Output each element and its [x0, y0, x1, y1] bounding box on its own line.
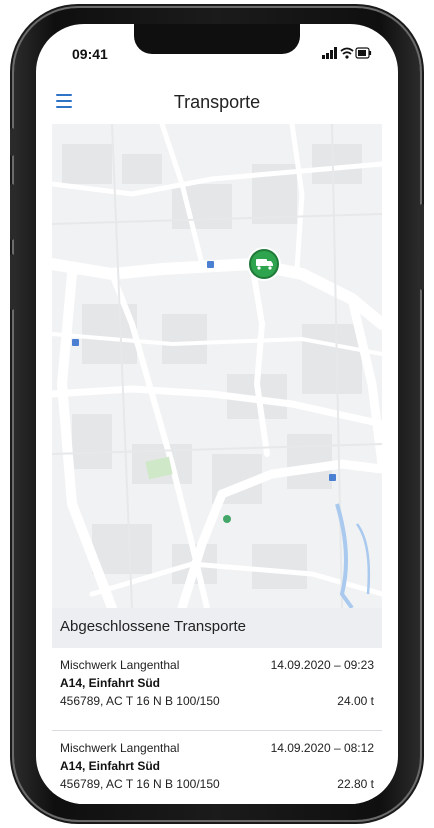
transport-weight: 22.80 t — [337, 777, 374, 791]
transport-row[interactable]: Mischwerk Langenthal 14.09.2020 – 09:23 … — [52, 648, 382, 730]
transport-datetime: 14.09.2020 – 09:23 — [270, 658, 374, 672]
mute-switch — [10, 128, 14, 156]
transport-details: 456789, AC T 16 N B 100/150 — [60, 694, 220, 708]
status-time: 09:41 — [72, 46, 108, 62]
status-icons — [322, 47, 372, 59]
page-title: Transporte — [173, 92, 261, 112]
notch — [134, 24, 300, 54]
battery-icon — [355, 47, 372, 59]
transport-datetime: 14.09.2020 – 08:12 — [270, 741, 374, 755]
signal-icon — [322, 47, 337, 59]
completed-transports-header: Abgeschlossene Transporte — [52, 608, 382, 648]
transport-origin: Mischwerk Langenthal — [60, 658, 180, 672]
wifi-icon — [340, 47, 354, 59]
app-screen: 09:41 Transporte Abgeschlossene Transpor… — [36, 24, 398, 804]
volume-down-button — [10, 254, 14, 310]
transport-destination: A14, Einfahrt Süd — [60, 676, 161, 690]
transport-destination: A14, Einfahrt Süd — [60, 759, 161, 773]
map-canvas[interactable] — [46, 121, 388, 613]
side-button — [420, 204, 424, 290]
app-header: Transporte — [36, 84, 398, 124]
transport-weight: 24.00 t — [337, 694, 374, 708]
map-view[interactable] — [46, 121, 388, 613]
transport-origin: Mischwerk Langenthal — [60, 741, 180, 755]
truck-marker-icon[interactable] — [247, 247, 281, 281]
section-title: Abgeschlossene Transporte — [60, 618, 246, 635]
transport-row[interactable]: Mischwerk Langenthal 14.09.2020 – 08:12 … — [52, 731, 382, 804]
volume-up-button — [10, 184, 14, 240]
transport-details: 456789, AC T 16 N B 100/150 — [60, 777, 220, 791]
status-bar: 09:41 — [36, 24, 398, 68]
